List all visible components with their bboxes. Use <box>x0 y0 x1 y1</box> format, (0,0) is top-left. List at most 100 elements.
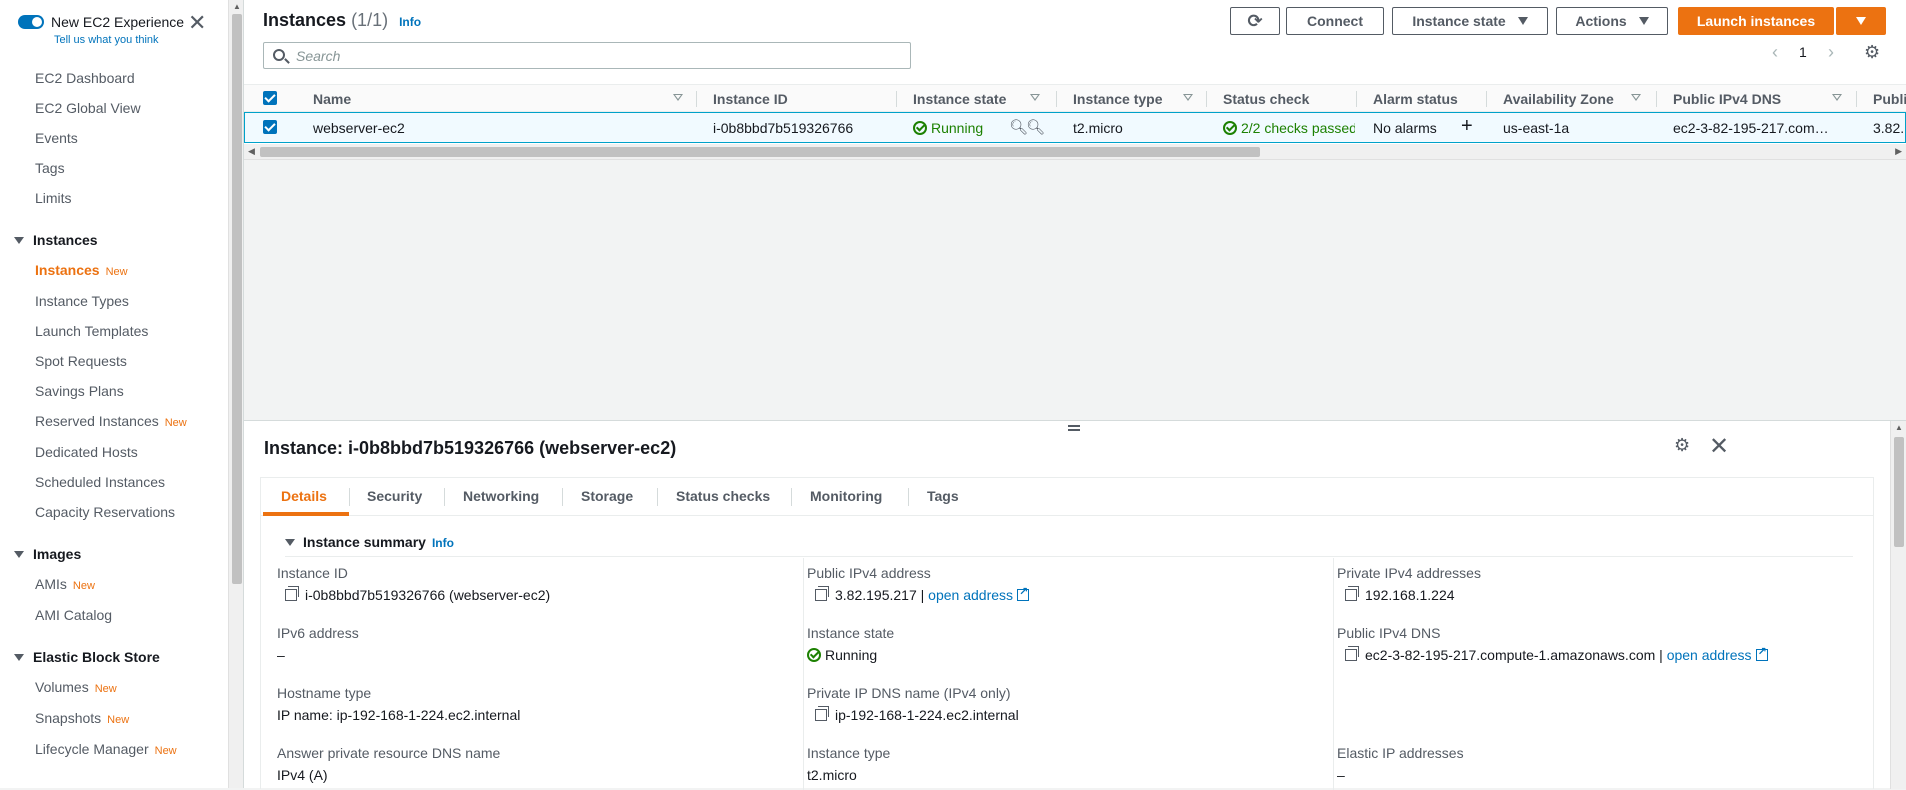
sidebar-item-snapshots[interactable]: Snapshots New <box>35 710 129 726</box>
sidebar-item-instance-types[interactable]: Instance Types <box>35 293 129 309</box>
resize-handle-icon[interactable] <box>1068 425 1080 431</box>
sidebar-item-ami-catalog[interactable]: AMI Catalog <box>35 607 112 623</box>
sidebar-item-launch-templates[interactable]: Launch Templates <box>35 323 148 339</box>
column-divider[interactable] <box>1486 91 1487 107</box>
copy-icon[interactable] <box>1345 586 1359 601</box>
open-address-link[interactable]: open address <box>1667 647 1752 663</box>
launch-instances-button[interactable]: Launch instances <box>1678 7 1834 35</box>
copy-icon[interactable] <box>815 586 829 601</box>
sidebar-item-spot-requests[interactable]: Spot Requests <box>35 353 127 369</box>
actions-dropdown[interactable]: Actions <box>1556 7 1668 35</box>
search-input[interactable]: Search <box>263 42 911 69</box>
sidebar-item-lifecycle-manager[interactable]: Lifecycle Manager New <box>35 741 177 757</box>
sidebar-item-instances[interactable]: Instances New <box>35 262 128 278</box>
new-experience-toggle[interactable] <box>18 15 44 29</box>
sidebar-item-savings-plans[interactable]: Savings Plans <box>35 383 124 399</box>
sort-icon[interactable] <box>1183 94 1193 101</box>
column-instance-state[interactable]: Instance state <box>913 91 1006 107</box>
tab-security[interactable]: Security <box>367 488 422 504</box>
sidebar-item-dedicated-hosts[interactable]: Dedicated Hosts <box>35 444 138 460</box>
details-vertical-scrollbar[interactable]: ▲ <box>1890 421 1906 789</box>
select-all-checkbox[interactable] <box>263 91 277 105</box>
divider <box>285 556 1853 557</box>
sidebar-item-tags[interactable]: Tags <box>35 160 65 176</box>
column-public-ipv4[interactable]: Publi <box>1873 91 1906 107</box>
close-icon[interactable]: ✕ <box>188 12 206 34</box>
column-divider[interactable] <box>1656 91 1657 107</box>
column-status-check[interactable]: Status check <box>1223 91 1309 107</box>
sidebar-item-scheduled-instances[interactable]: Scheduled Instances <box>35 474 165 490</box>
scroll-up-icon[interactable]: ▲ <box>233 2 241 11</box>
column-divider[interactable] <box>696 91 697 107</box>
sort-icon[interactable] <box>673 94 683 101</box>
column-instance-type[interactable]: Instance type <box>1073 91 1162 107</box>
page-number[interactable]: 1 <box>1799 44 1807 60</box>
row-checkbox[interactable] <box>263 120 277 134</box>
sidebar-item-reserved-instances[interactable]: Reserved Instances New <box>35 413 187 429</box>
sidebar-item-volumes[interactable]: Volumes New <box>35 679 117 695</box>
tab-storage[interactable]: Storage <box>581 488 633 504</box>
table-row[interactable]: webserver-ec2 i-0b8bbd7b519326766 Runnin… <box>244 112 1906 143</box>
scrollbar-thumb[interactable] <box>232 14 242 584</box>
feedback-link[interactable]: Tell us what you think <box>54 34 159 46</box>
external-link-icon[interactable] <box>1755 645 1768 661</box>
plus-icon[interactable]: + <box>1461 115 1473 138</box>
refresh-button[interactable]: ⟳ <box>1230 7 1280 35</box>
tab-status-checks[interactable]: Status checks <box>676 488 770 504</box>
column-divider[interactable] <box>1856 91 1857 107</box>
scroll-up-icon[interactable]: ▲ <box>1895 423 1903 432</box>
sidebar-item-ec2-global-view[interactable]: EC2 Global View <box>35 100 141 116</box>
sort-icon[interactable] <box>1832 94 1842 101</box>
sidebar-item-events[interactable]: Events <box>35 130 78 146</box>
column-name[interactable]: Name <box>313 91 351 107</box>
tab-details[interactable]: Details <box>281 488 327 504</box>
prev-page-icon[interactable]: ‹ <box>1772 42 1778 63</box>
scroll-right-icon[interactable]: ▶ <box>1895 146 1902 157</box>
next-page-icon[interactable]: › <box>1828 42 1834 63</box>
scrollbar-thumb[interactable] <box>1894 437 1904 547</box>
gear-icon[interactable]: ⚙ <box>1674 435 1690 456</box>
sidebar-section-elastic-block-store[interactable]: Elastic Block Store <box>14 649 160 665</box>
copy-icon[interactable] <box>815 706 829 721</box>
tab-divider <box>349 488 350 506</box>
column-availability-zone[interactable]: Availability Zone <box>1503 91 1614 107</box>
sidebar-scrollbar[interactable]: ▲ <box>228 0 243 788</box>
sidebar-item-capacity-reservations[interactable]: Capacity Reservations <box>35 504 175 520</box>
sidebar-section-instances[interactable]: Instances <box>14 232 98 248</box>
open-address-link[interactable]: open address <box>928 587 1013 603</box>
table-empty-area <box>244 160 1906 420</box>
column-alarm-status[interactable]: Alarm status <box>1373 91 1458 107</box>
column-instance-id[interactable]: Instance ID <box>713 91 788 107</box>
column-public-ipv4-dns[interactable]: Public IPv4 DNS <box>1673 91 1781 107</box>
tab-tags[interactable]: Tags <box>927 488 959 504</box>
info-link[interactable]: Info <box>399 15 421 29</box>
gear-icon[interactable]: ⚙ <box>1864 42 1880 63</box>
column-divider[interactable] <box>1206 91 1207 107</box>
copy-icon[interactable] <box>1345 646 1359 661</box>
instance-summary-header[interactable]: Instance summary Info <box>285 534 454 550</box>
sidebar-section-images[interactable]: Images <box>14 546 81 562</box>
column-divider[interactable] <box>1056 91 1057 107</box>
sidebar-item-limits[interactable]: Limits <box>35 190 72 206</box>
tab-networking[interactable]: Networking <box>463 488 539 504</box>
sort-icon[interactable] <box>1631 94 1641 101</box>
launch-options-dropdown[interactable] <box>1836 7 1886 35</box>
scrollbar-thumb[interactable] <box>260 147 1260 157</box>
connect-button[interactable]: Connect <box>1286 7 1384 35</box>
tab-monitoring[interactable]: Monitoring <box>810 488 882 504</box>
table-horizontal-scrollbar[interactable]: ◀ ▶ <box>244 144 1906 160</box>
external-link-icon[interactable] <box>1017 585 1030 601</box>
instance-state-dropdown[interactable]: Instance state <box>1392 7 1548 35</box>
sort-icon[interactable] <box>1030 94 1040 101</box>
cell-instance-id-link[interactable]: i-0b8bbd7b519326766 <box>713 120 853 136</box>
scroll-left-icon[interactable]: ◀ <box>248 146 255 157</box>
close-icon[interactable]: ✕ <box>1709 432 1729 461</box>
copy-icon[interactable] <box>285 586 299 601</box>
zoom-in-out-icon[interactable]: 🔍︎🔍︎ <box>1009 118 1045 136</box>
sidebar-item-amis[interactable]: AMIs New <box>35 576 95 592</box>
sidebar-item-ec2-dashboard[interactable]: EC2 Dashboard <box>35 70 135 86</box>
info-link[interactable]: Info <box>432 536 454 550</box>
table-header: Name Instance ID Instance state Instance… <box>244 84 1906 112</box>
column-divider[interactable] <box>896 91 897 107</box>
column-divider[interactable] <box>1356 91 1357 107</box>
